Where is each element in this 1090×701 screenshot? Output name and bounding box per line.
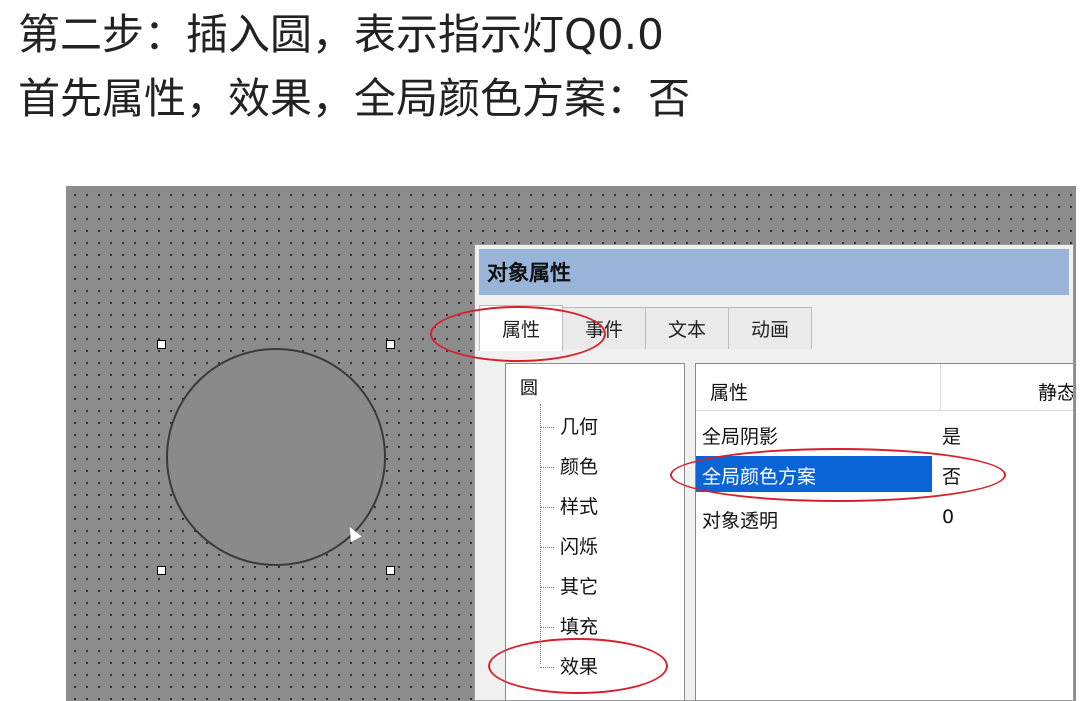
resize-handle-bottom-right[interactable]: [386, 566, 395, 575]
tree-item-label: 颜色: [560, 456, 599, 478]
tree-item-label: 其它: [560, 576, 599, 598]
caption-line-2: 首先属性，效果，全局颜色方案：否: [18, 74, 691, 123]
property-value[interactable]: 0: [942, 506, 954, 528]
highlight-oval-properties-tab: [430, 306, 606, 362]
tree-item-label: 几何: [560, 416, 599, 438]
column-divider[interactable]: [940, 364, 941, 410]
tree-item-style[interactable]: 样式: [540, 492, 598, 519]
dialog-title: 对象属性: [487, 261, 571, 285]
tree-item-other[interactable]: 其它: [540, 572, 598, 599]
property-value[interactable]: 是: [942, 422, 961, 449]
column-header-property: 属性: [710, 382, 749, 404]
tree-item-color[interactable]: 颜色: [540, 452, 598, 479]
tree-item-fill[interactable]: 填充: [540, 612, 598, 639]
tree-item-label: 闪烁: [560, 536, 599, 558]
property-name: 对象透明: [702, 510, 779, 532]
property-name: 全局阴影: [702, 426, 779, 448]
column-header-static: 静态: [1038, 382, 1074, 404]
highlight-oval-color-scheme-row: [670, 448, 1006, 502]
tree-root-circle[interactable]: 圆: [520, 374, 538, 400]
tree-item-flashing[interactable]: 闪烁: [540, 532, 598, 559]
tab-text[interactable]: 文本: [645, 307, 730, 349]
resize-handle-top-right[interactable]: [386, 340, 395, 349]
tree-item-geometry[interactable]: 几何: [540, 412, 598, 439]
tab-animation[interactable]: 动画: [728, 307, 813, 349]
resize-handle-top-left[interactable]: [157, 340, 166, 349]
resize-handle-bottom-left[interactable]: [157, 566, 166, 575]
property-row-global-shadow[interactable]: 全局阴影 是: [696, 416, 1073, 452]
property-grid-header: 属性 静态: [696, 364, 1074, 411]
caption-line-1: 第二步：插入圆，表示指示灯Q0.0: [18, 10, 664, 59]
highlight-oval-effects-item: [488, 638, 668, 694]
dialog-titlebar[interactable]: 对象属性: [479, 249, 1069, 295]
property-grid: 属性 静态 全局阴影 是 全局颜色方案 否 对象透明 0: [695, 363, 1074, 700]
tree-item-label: 样式: [560, 496, 599, 518]
tree-item-label: 填充: [560, 616, 599, 638]
property-row-object-transparency[interactable]: 对象透明 0: [696, 500, 1073, 536]
